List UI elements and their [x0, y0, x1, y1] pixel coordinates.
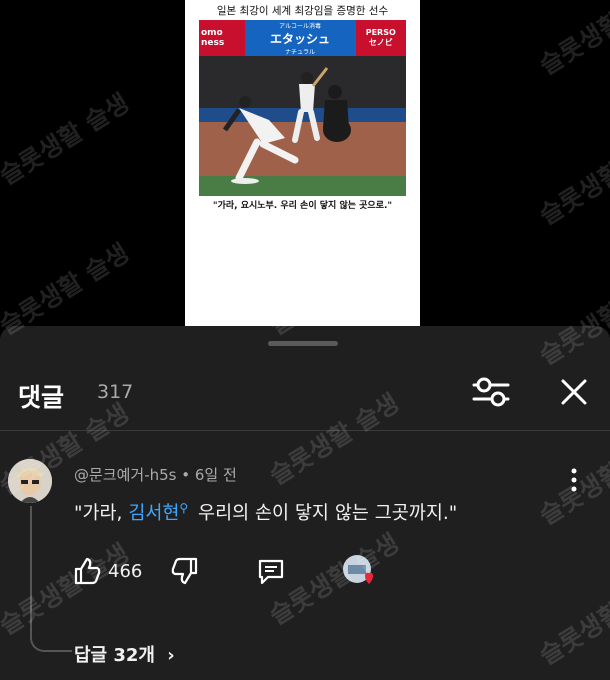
thumbs-up-icon — [74, 557, 101, 585]
video-frame: omo ness アルコール消毒 エタッシュ ナチュラル PERSO セノビ — [199, 20, 406, 196]
sliders-icon — [472, 377, 510, 407]
video-caption-bottom: "가라, 요시노부. 우리 손이 닿지 않는 곳으로." — [212, 201, 393, 211]
drag-handle[interactable] — [268, 341, 338, 346]
meta-separator: • — [181, 466, 195, 484]
creator-heart-icon — [343, 555, 373, 584]
thumbs-down-icon — [171, 557, 198, 585]
more-options-button[interactable] — [566, 466, 582, 494]
comments-sheet: 댓글 317 @문크예거-h5s • 6일 전 "가라, 김서현⚲ 우리의 손이… — [0, 326, 610, 680]
avatar[interactable] — [8, 459, 52, 503]
comment-meta: @문크예거-h5s • 6일 전 — [74, 464, 237, 485]
comment-text-after: 우리의 손이 닿지 않는 그곳까지." — [192, 503, 458, 524]
search-icon: ⚲ — [179, 500, 189, 515]
more-vert-icon — [571, 468, 577, 492]
comment-text-before: "가라, — [74, 503, 129, 524]
watermark: 슬롯생활 슬생 — [534, 0, 610, 81]
avatar-image — [8, 459, 52, 503]
comment-author[interactable]: @문크예거-h5s — [74, 466, 176, 484]
comment-text: "가라, 김서현⚲ 우리의 손이 닿지 않는 그곳까지." — [74, 499, 457, 525]
comment-icon — [258, 559, 284, 585]
comments-count: 317 — [97, 381, 134, 403]
dislike-button[interactable] — [170, 556, 200, 586]
close-button[interactable] — [556, 374, 592, 410]
comments-title: 댓글 — [18, 383, 65, 412]
creator-heart — [342, 554, 378, 590]
video-caption-top: 일본 최강이 세계 최강임을 증명한 선수 — [216, 5, 389, 17]
thread-line — [30, 506, 72, 652]
sort-filter-button[interactable] — [472, 376, 510, 408]
video-preview[interactable]: 일본 최강이 세계 최강임을 증명한 선수 omo ness アルコール消毒 エ… — [185, 0, 420, 328]
close-icon — [561, 379, 587, 405]
watermark: 슬롯생활 슬생 — [534, 128, 610, 231]
comment-time: 6일 전 — [194, 466, 237, 484]
reply-button[interactable] — [256, 556, 286, 586]
chevron-right-icon: › — [167, 645, 175, 666]
players-figure — [222, 67, 351, 184]
reply-count-label: 답글 32개 — [74, 645, 155, 666]
watermark: 슬롯생활 슬생 — [0, 88, 135, 191]
view-replies-link[interactable]: 답글 32개 › — [74, 641, 175, 667]
like-button[interactable] — [72, 556, 102, 586]
mention-link[interactable]: 김서현 — [128, 503, 179, 524]
header-divider — [0, 430, 610, 431]
like-count: 466 — [108, 561, 143, 582]
